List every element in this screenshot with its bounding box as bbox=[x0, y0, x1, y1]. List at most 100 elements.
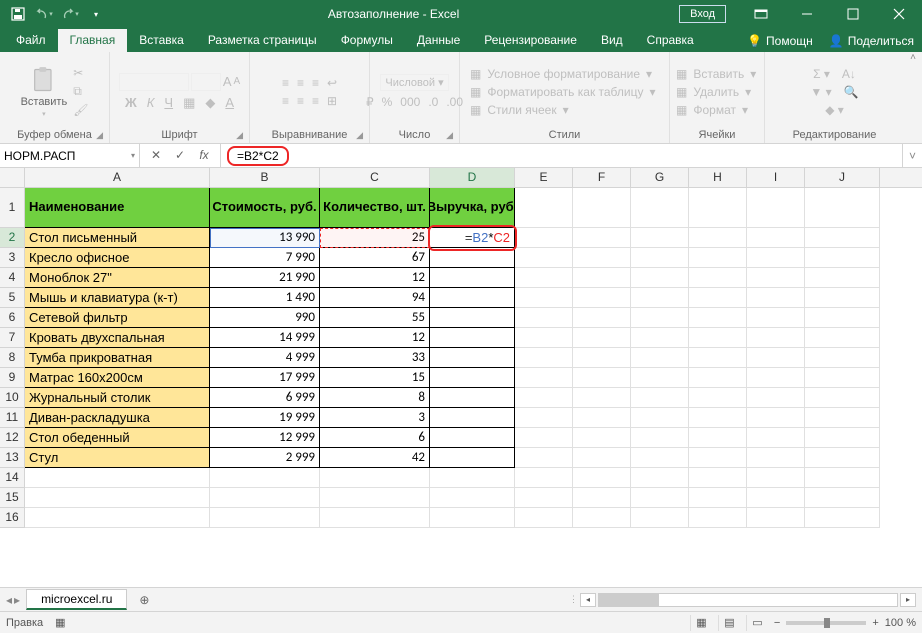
cell-name-13[interactable]: Стул bbox=[25, 448, 210, 468]
merge-icon[interactable]: ⊞ bbox=[327, 94, 337, 108]
cell[interactable] bbox=[573, 488, 631, 508]
cell[interactable] bbox=[631, 248, 689, 268]
header-qty[interactable]: Количество, шт. bbox=[320, 188, 430, 228]
enter-icon[interactable]: ✓ bbox=[170, 148, 190, 163]
cell[interactable] bbox=[747, 288, 805, 308]
cell-qty-4[interactable]: 12 bbox=[320, 268, 430, 288]
hscroll-right-icon[interactable]: ▸ bbox=[900, 593, 916, 607]
copy-icon[interactable]: ⧉ bbox=[73, 84, 82, 99]
row-header-7[interactable]: 7 bbox=[0, 328, 25, 348]
cell[interactable] bbox=[805, 288, 880, 308]
cell[interactable] bbox=[747, 228, 805, 248]
cell[interactable] bbox=[515, 268, 573, 288]
hscroll-track[interactable] bbox=[598, 593, 898, 607]
cell[interactable] bbox=[25, 488, 210, 508]
cell[interactable] bbox=[430, 488, 515, 508]
cell[interactable] bbox=[805, 468, 880, 488]
font-color-icon[interactable]: A bbox=[225, 95, 234, 110]
col-header-E[interactable]: E bbox=[515, 168, 573, 187]
cell[interactable] bbox=[430, 468, 515, 488]
cell-qty-6[interactable]: 55 bbox=[320, 308, 430, 328]
cell[interactable] bbox=[805, 328, 880, 348]
cell[interactable] bbox=[747, 308, 805, 328]
cell-rev-12[interactable] bbox=[430, 428, 515, 448]
tell-me-button[interactable]: 💡Помощн bbox=[739, 30, 821, 52]
hscroll-left-icon[interactable]: ◂ bbox=[580, 593, 596, 607]
undo-icon[interactable]: ▾ bbox=[32, 2, 56, 26]
cell[interactable] bbox=[747, 488, 805, 508]
increase-font-icon[interactable]: A bbox=[223, 74, 232, 89]
col-header-C[interactable]: C bbox=[320, 168, 430, 187]
cell[interactable] bbox=[631, 268, 689, 288]
cell-rev-8[interactable] bbox=[430, 348, 515, 368]
cell[interactable] bbox=[515, 188, 573, 228]
cell-rev-6[interactable] bbox=[430, 308, 515, 328]
cell[interactable] bbox=[320, 488, 430, 508]
cell[interactable] bbox=[805, 188, 880, 228]
cell[interactable] bbox=[515, 308, 573, 328]
cell[interactable] bbox=[805, 228, 880, 248]
launcher-icon[interactable]: ◢ bbox=[356, 130, 363, 141]
header-cost[interactable]: Стоимость, руб. bbox=[210, 188, 320, 228]
cell[interactable] bbox=[515, 488, 573, 508]
cell-cost-12[interactable]: 12 999 bbox=[210, 428, 320, 448]
cell[interactable] bbox=[631, 448, 689, 468]
cell-name-7[interactable]: Кровать двухспальная bbox=[25, 328, 210, 348]
cell[interactable] bbox=[573, 328, 631, 348]
cell[interactable] bbox=[573, 388, 631, 408]
cell[interactable] bbox=[631, 288, 689, 308]
zoom-level[interactable]: 100 % bbox=[885, 617, 916, 629]
cell[interactable] bbox=[320, 508, 430, 528]
row-header-16[interactable]: 16 bbox=[0, 508, 25, 528]
cell-qty-12[interactable]: 6 bbox=[320, 428, 430, 448]
cell[interactable] bbox=[805, 368, 880, 388]
cell[interactable] bbox=[631, 428, 689, 448]
cell-name-12[interactable]: Стол обеденный bbox=[25, 428, 210, 448]
cell[interactable] bbox=[747, 348, 805, 368]
align-center-icon[interactable]: ≡ bbox=[297, 94, 304, 108]
share-button[interactable]: 👤Поделиться bbox=[821, 30, 922, 52]
redo-icon[interactable]: ▾ bbox=[58, 2, 82, 26]
cell[interactable] bbox=[747, 468, 805, 488]
formula-input[interactable]: =B2*C2 bbox=[227, 146, 289, 166]
col-header-B[interactable]: B bbox=[210, 168, 320, 187]
cell-qty-9[interactable]: 15 bbox=[320, 368, 430, 388]
cond-format-button[interactable]: ▦ Условное форматирование ▾ bbox=[470, 67, 652, 81]
cell-cost-10[interactable]: 6 999 bbox=[210, 388, 320, 408]
paste-button[interactable]: Вставить▾ bbox=[21, 66, 68, 118]
cell[interactable] bbox=[747, 508, 805, 528]
cell-qty-10[interactable]: 8 bbox=[320, 388, 430, 408]
cell[interactable] bbox=[689, 408, 747, 428]
cell-name-4[interactable]: Моноблок 27" bbox=[25, 268, 210, 288]
row-header-14[interactable]: 14 bbox=[0, 468, 25, 488]
cell[interactable] bbox=[573, 508, 631, 528]
tab-review[interactable]: Рецензирование bbox=[472, 29, 589, 52]
cell[interactable] bbox=[573, 468, 631, 488]
tab-data[interactable]: Данные bbox=[405, 29, 472, 52]
cell[interactable] bbox=[631, 388, 689, 408]
sort-filter-icon[interactable]: A↓ bbox=[842, 67, 856, 81]
add-sheet-icon[interactable]: ⊕ bbox=[133, 589, 155, 611]
cell[interactable] bbox=[689, 248, 747, 268]
fill-icon[interactable]: ▼ ▾ bbox=[810, 85, 831, 99]
header-name[interactable]: Наименование bbox=[25, 188, 210, 228]
cell-qty-5[interactable]: 94 bbox=[320, 288, 430, 308]
cell[interactable] bbox=[631, 328, 689, 348]
cell-cost-7[interactable]: 14 999 bbox=[210, 328, 320, 348]
cell[interactable] bbox=[631, 228, 689, 248]
row-header-8[interactable]: 8 bbox=[0, 348, 25, 368]
cell[interactable] bbox=[631, 468, 689, 488]
cell[interactable] bbox=[515, 448, 573, 468]
cell[interactable] bbox=[573, 288, 631, 308]
cell-cost-6[interactable]: 990 bbox=[210, 308, 320, 328]
cell[interactable] bbox=[631, 488, 689, 508]
cell[interactable] bbox=[747, 388, 805, 408]
cell-rev-5[interactable] bbox=[430, 288, 515, 308]
percent-icon[interactable]: % bbox=[382, 95, 393, 109]
cell[interactable] bbox=[747, 188, 805, 228]
zoom-in-icon[interactable]: + bbox=[872, 617, 878, 629]
align-mid-icon[interactable]: ≡ bbox=[297, 76, 304, 90]
tab-help[interactable]: Справка bbox=[635, 29, 706, 52]
cell[interactable] bbox=[515, 248, 573, 268]
cell[interactable] bbox=[515, 408, 573, 428]
